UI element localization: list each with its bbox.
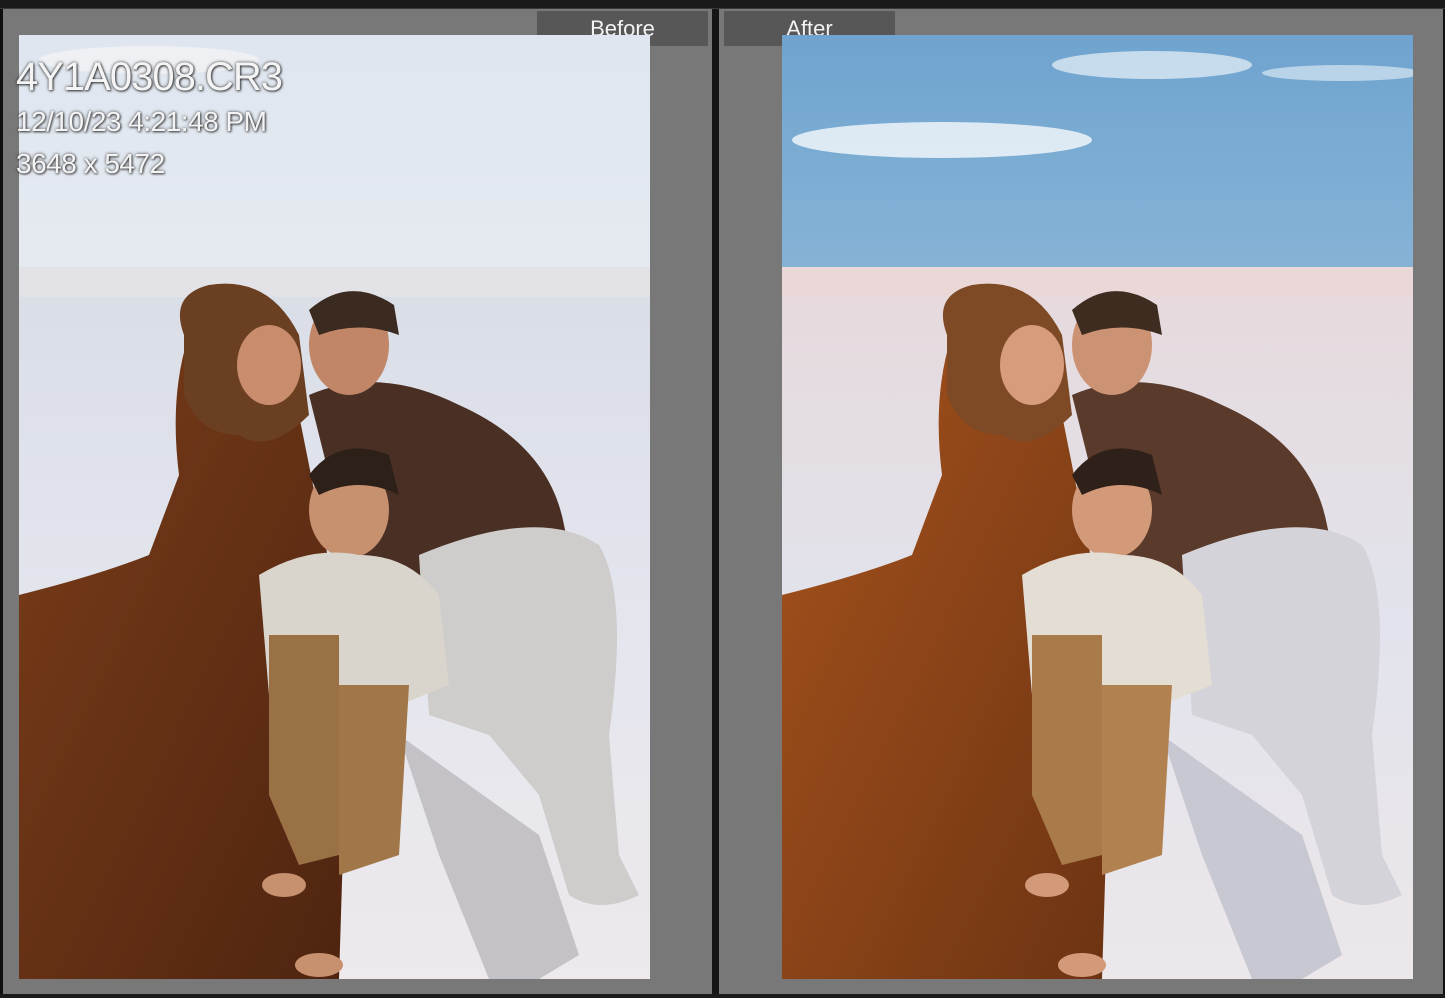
- top-toolbar-edge: [0, 0, 1445, 9]
- after-pane[interactable]: After: [719, 9, 1443, 994]
- capture-time-text: 12/10/23 4:21:48 PM: [16, 106, 267, 137]
- pane-divider[interactable]: [712, 9, 719, 998]
- bottom-edge: [0, 994, 1445, 998]
- after-photo[interactable]: [782, 35, 1413, 979]
- filename-text: 4Y1A0308.CR3: [16, 55, 283, 99]
- before-pane[interactable]: Before 4Y1A0308.CR3 12/10/23 4:21:48 PM …: [3, 9, 712, 994]
- photo-info-overlay: 4Y1A0308.CR3 12/10/23 4:21:48 PM 3648 x …: [16, 53, 283, 185]
- dimensions-text: 3648 x 5472: [16, 148, 165, 179]
